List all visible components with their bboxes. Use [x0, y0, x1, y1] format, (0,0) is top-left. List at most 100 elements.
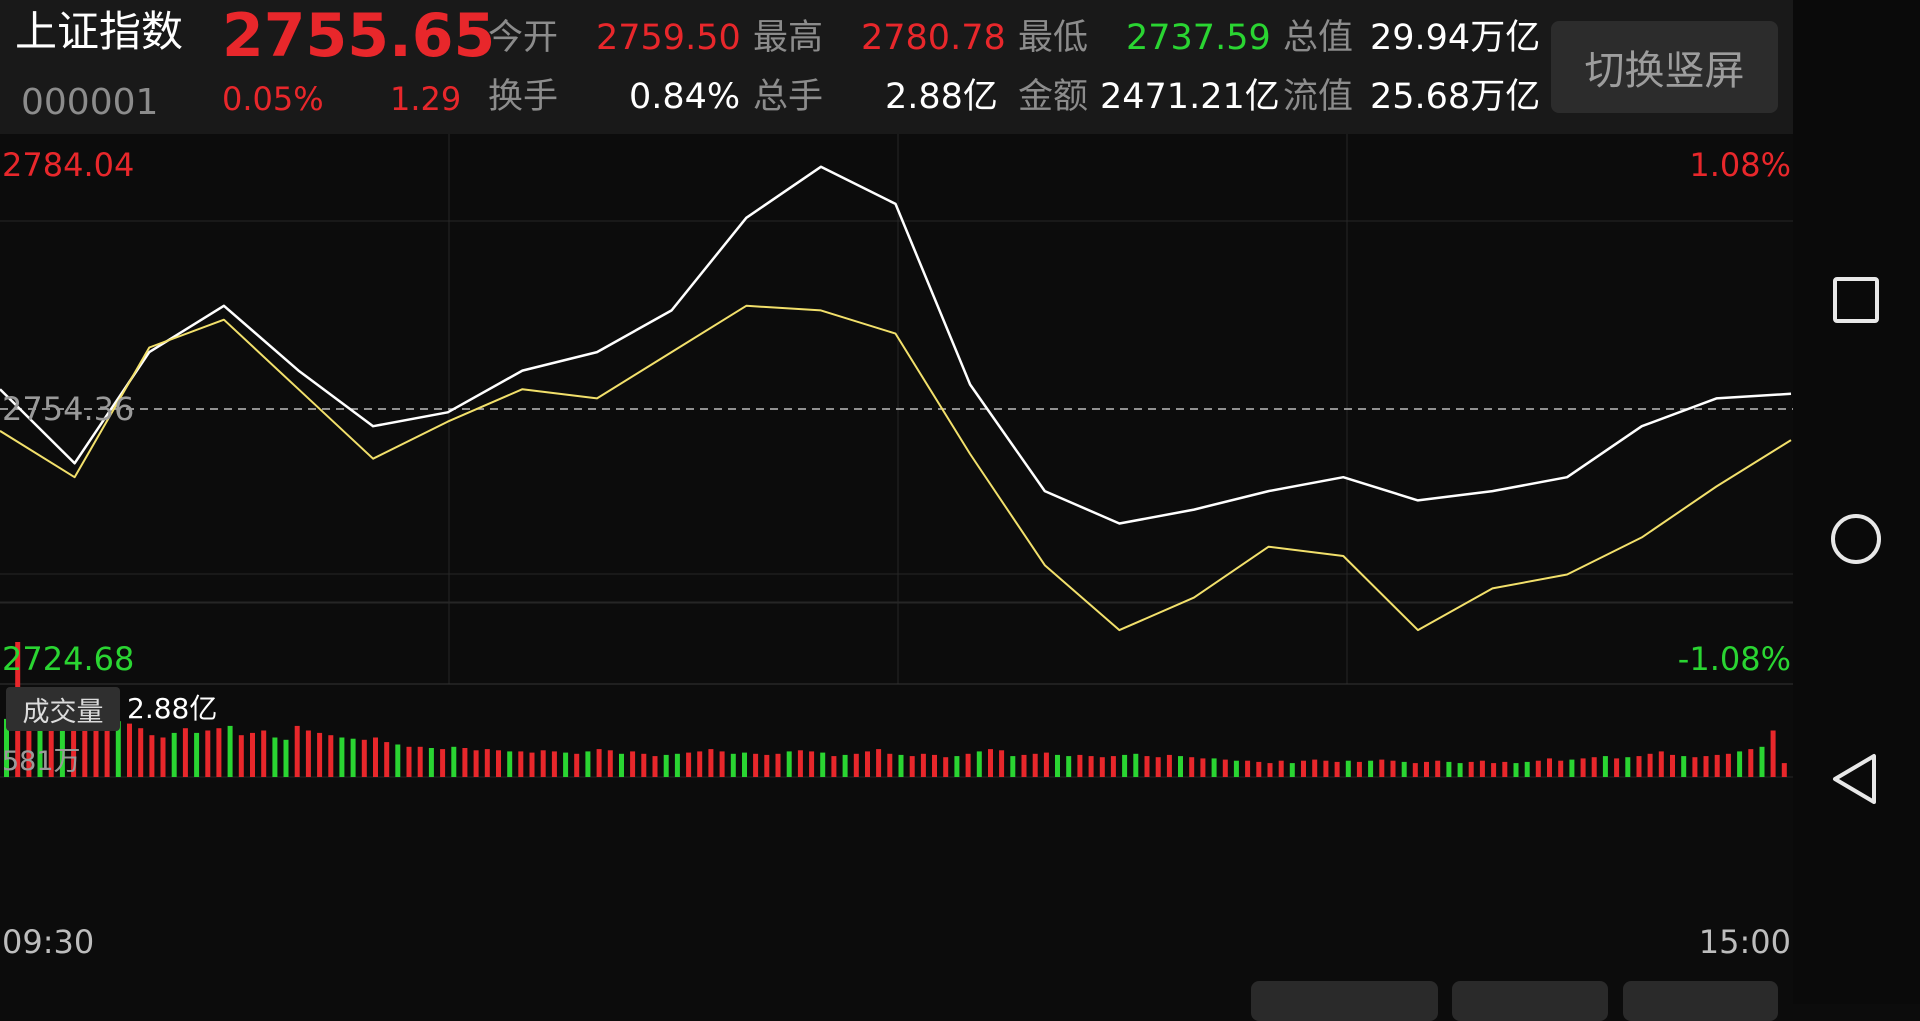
volume-bar: [787, 751, 792, 777]
last-price: 2755.65: [222, 6, 495, 66]
volume-bar: [954, 756, 959, 777]
high-label: 最高: [753, 21, 823, 56]
volume-bar: [1581, 758, 1586, 777]
volume-bar: [328, 735, 333, 777]
volume-bar: [708, 749, 713, 777]
circle-icon: [1811, 494, 1901, 584]
volume-bar: [1167, 755, 1172, 777]
home-button[interactable]: [1811, 494, 1901, 584]
volume-bar: [619, 754, 624, 777]
float-cap-label: 流值: [1283, 80, 1353, 115]
volume-bar: [865, 751, 870, 777]
volume-bar: [1704, 756, 1709, 777]
volume-bar: [720, 751, 725, 777]
volume-bar: [1279, 761, 1284, 777]
volume-label: 总手: [753, 80, 823, 115]
volume-bar: [1715, 755, 1720, 777]
volume-bar: [1178, 756, 1183, 777]
volume-bar: [228, 726, 233, 777]
index-code: 000001: [21, 85, 158, 121]
pct-axis-top-label: 1.08%: [1689, 149, 1791, 181]
volume-bar: [1614, 758, 1619, 777]
chart-canvas: [0, 134, 1793, 1004]
volume-bar: [552, 751, 557, 777]
volume-value: 2.88亿: [885, 80, 998, 115]
volume-bar: [742, 753, 747, 777]
volume-bar: [887, 754, 892, 777]
intraday-chart[interactable]: 2784.04 2754.36 2724.68 1.08% -1.08% 成交量…: [0, 134, 1793, 1004]
volume-bar: [1480, 761, 1485, 777]
volume-bar: [1357, 762, 1362, 777]
volume-bar: [776, 754, 781, 777]
volume-bar: [1133, 754, 1138, 777]
turnover-value: 0.84%: [629, 80, 740, 115]
volume-bar: [1044, 753, 1049, 777]
volume-bar: [731, 754, 736, 777]
volume-bar: [1413, 763, 1418, 777]
volume-bar: [205, 731, 210, 778]
volume-bar: [1323, 761, 1328, 777]
volume-bar: [418, 747, 423, 777]
volume-bar: [563, 753, 568, 777]
volume-bar: [1681, 756, 1686, 777]
volume-bar: [1737, 751, 1742, 777]
volume-bar: [1268, 763, 1273, 777]
volume-bar: [697, 751, 702, 777]
open-value: 2759.50: [596, 21, 741, 56]
volume-bar: [362, 740, 367, 777]
volume-bar: [1145, 756, 1150, 777]
triangle-back-icon: [1811, 734, 1901, 824]
change-value: 1.29: [390, 83, 461, 115]
average-line: [0, 306, 1791, 630]
bottom-button-1[interactable]: [1251, 981, 1438, 1021]
volume-bar: [1223, 760, 1228, 777]
volume-bar: [854, 754, 859, 777]
volume-bar: [653, 756, 658, 777]
volume-bar: [675, 754, 680, 777]
volume-bar: [451, 747, 456, 777]
volume-bar: [1558, 761, 1563, 777]
toggle-portrait-button[interactable]: 切换竖屏: [1551, 21, 1778, 113]
price-line: [0, 167, 1791, 524]
volume-bar: [1066, 756, 1071, 777]
volume-bar: [1346, 761, 1351, 777]
volume-bar: [831, 756, 836, 777]
index-name: 上证指数: [15, 11, 183, 53]
volume-bar: [1637, 756, 1642, 777]
volume-bar: [339, 738, 344, 778]
market-cap-label: 总值: [1283, 21, 1353, 56]
volume-bar: [161, 738, 166, 778]
volume-bar: [1156, 757, 1161, 777]
volume-max-label: 581万: [2, 748, 81, 775]
volume-bar: [474, 750, 479, 777]
volume-bar: [608, 750, 613, 777]
volume-bar: [1782, 763, 1787, 777]
volume-bar: [641, 754, 646, 777]
volume-bar: [1055, 755, 1060, 777]
high-value: 2780.78: [861, 21, 1006, 56]
volume-bar: [1111, 756, 1116, 777]
volume-bar: [496, 750, 501, 777]
volume-bar: [1234, 761, 1239, 777]
volume-bar: [1256, 762, 1261, 777]
bottom-button-2[interactable]: [1452, 981, 1608, 1021]
volume-bar: [899, 755, 904, 777]
volume-tab[interactable]: 成交量: [6, 687, 120, 731]
volume-bar: [664, 755, 669, 777]
volume-bar: [194, 733, 199, 777]
volume-bar: [1200, 758, 1205, 777]
back-button[interactable]: [1811, 734, 1901, 824]
bottom-button-3[interactable]: [1623, 981, 1778, 1021]
volume-bar: [1569, 760, 1574, 777]
volume-bar: [1659, 751, 1664, 777]
volume-bar: [1077, 755, 1082, 777]
y-axis-top-label: 2784.04: [2, 149, 134, 181]
volume-bar: [764, 755, 769, 777]
volume-bar: [1670, 755, 1675, 777]
volume-bar: [932, 755, 937, 777]
volume-bar: [1692, 757, 1697, 777]
volume-bar: [1536, 761, 1541, 777]
volume-bar: [1502, 762, 1507, 777]
volume-bar: [1122, 755, 1127, 777]
recent-apps-button[interactable]: [1811, 255, 1901, 345]
